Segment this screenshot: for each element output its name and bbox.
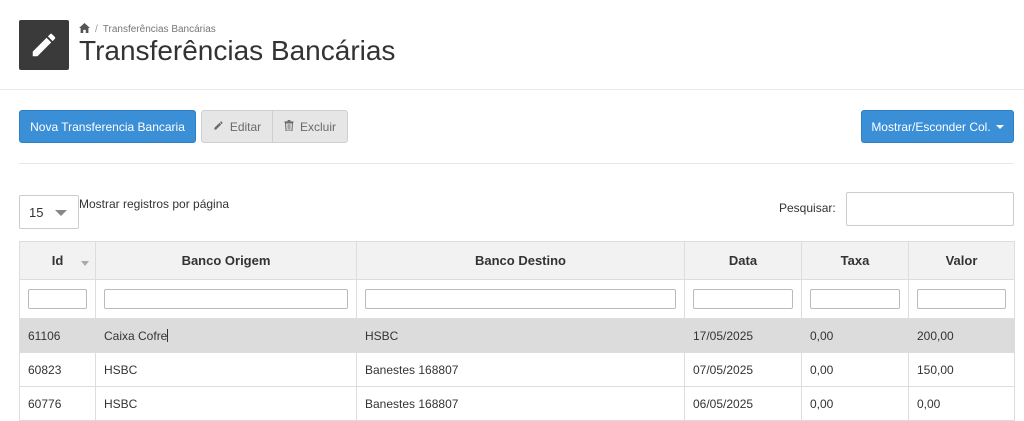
cell-id: 61106: [19, 318, 96, 353]
page-header: / Transferências Bancárias Transferência…: [0, 0, 1024, 90]
sort-desc-icon: [81, 261, 89, 266]
cell-taxa: 0,00: [801, 318, 909, 353]
edit-delete-button-group: Editar Excluir: [201, 110, 348, 143]
cell-banco-destino: HSBC: [356, 318, 685, 353]
cell-banco-origem: HSBC: [95, 386, 357, 421]
page-size-select[interactable]: 15: [19, 195, 79, 229]
delete-button[interactable]: Excluir: [273, 111, 347, 142]
cell-valor: 150,00: [908, 352, 1015, 387]
edit-button-label: Editar: [229, 119, 262, 134]
cell-taxa: 0,00: [801, 386, 909, 421]
breadcrumb-separator: /: [95, 24, 98, 35]
toggle-columns-label: Mostrar/Esconder Col.: [871, 119, 991, 134]
table-row[interactable]: 61106 Caixa Cofre HSBC 17/05/2025 0,00 2…: [19, 318, 1015, 353]
breadcrumb-current: Transferências Bancárias: [102, 24, 216, 35]
trash-icon: [284, 119, 294, 134]
toggle-columns-button[interactable]: Mostrar/Esconder Col.: [861, 110, 1014, 143]
column-header-banco-destino[interactable]: Banco Destino: [356, 241, 685, 280]
chevron-down-icon: [55, 210, 67, 216]
cell-data: 17/05/2025: [684, 318, 802, 353]
page-size-label: Mostrar registros por página: [79, 197, 230, 211]
column-header-valor[interactable]: Valor: [908, 241, 1015, 280]
cell-valor: 200,00: [908, 318, 1015, 353]
cell-banco-destino: Banestes 168807: [356, 352, 685, 387]
filter-banco-destino-input[interactable]: [365, 289, 676, 309]
cell-valor: 0,00: [908, 386, 1015, 421]
cell-id: 60776: [19, 386, 96, 421]
cell-data: 07/05/2025: [684, 352, 802, 387]
column-header-banco-origem[interactable]: Banco Origem: [95, 241, 357, 280]
pencil-icon: [19, 20, 69, 70]
table-row[interactable]: 60823 HSBC Banestes 168807 07/05/2025 0,…: [19, 352, 1015, 387]
new-transfer-button[interactable]: Nova Transferencia Bancaria: [19, 110, 196, 143]
cell-banco-origem: Caixa Cofre: [95, 318, 357, 353]
column-header-taxa[interactable]: Taxa: [801, 241, 909, 280]
column-header-data[interactable]: Data: [684, 241, 802, 280]
transfers-table: Id Banco Origem Banco Destino Data Taxa …: [19, 241, 1015, 421]
divider: [19, 163, 1014, 164]
table-row[interactable]: 60776 HSBC Banestes 168807 06/05/2025 0,…: [19, 386, 1015, 421]
filter-valor-input[interactable]: [917, 289, 1006, 309]
table-header-row: Id Banco Origem Banco Destino Data Taxa …: [19, 241, 1015, 280]
caret-down-icon: [995, 124, 1004, 129]
search-label: Pesquisar:: [779, 201, 836, 215]
cell-banco-origem: HSBC: [95, 352, 357, 387]
search-input[interactable]: [846, 192, 1014, 226]
cell-banco-destino: Banestes 168807: [356, 386, 685, 421]
filter-taxa-input[interactable]: [810, 289, 900, 309]
filter-id-input[interactable]: [28, 289, 87, 309]
page-title: Transferências Bancárias: [79, 35, 396, 66]
cell-id: 60823: [19, 352, 96, 387]
edit-button[interactable]: Editar: [202, 111, 273, 142]
column-header-id[interactable]: Id: [19, 241, 96, 280]
filter-banco-origem-input[interactable]: [104, 289, 348, 309]
delete-button-label: Excluir: [299, 119, 336, 134]
cell-taxa: 0,00: [801, 352, 909, 387]
page-size-value: 15: [29, 204, 44, 220]
pencil-icon: [213, 120, 224, 134]
filter-row: [19, 279, 1015, 319]
filter-data-input[interactable]: [693, 289, 793, 309]
text-cursor: [167, 328, 169, 342]
cell-data: 06/05/2025: [684, 386, 802, 421]
